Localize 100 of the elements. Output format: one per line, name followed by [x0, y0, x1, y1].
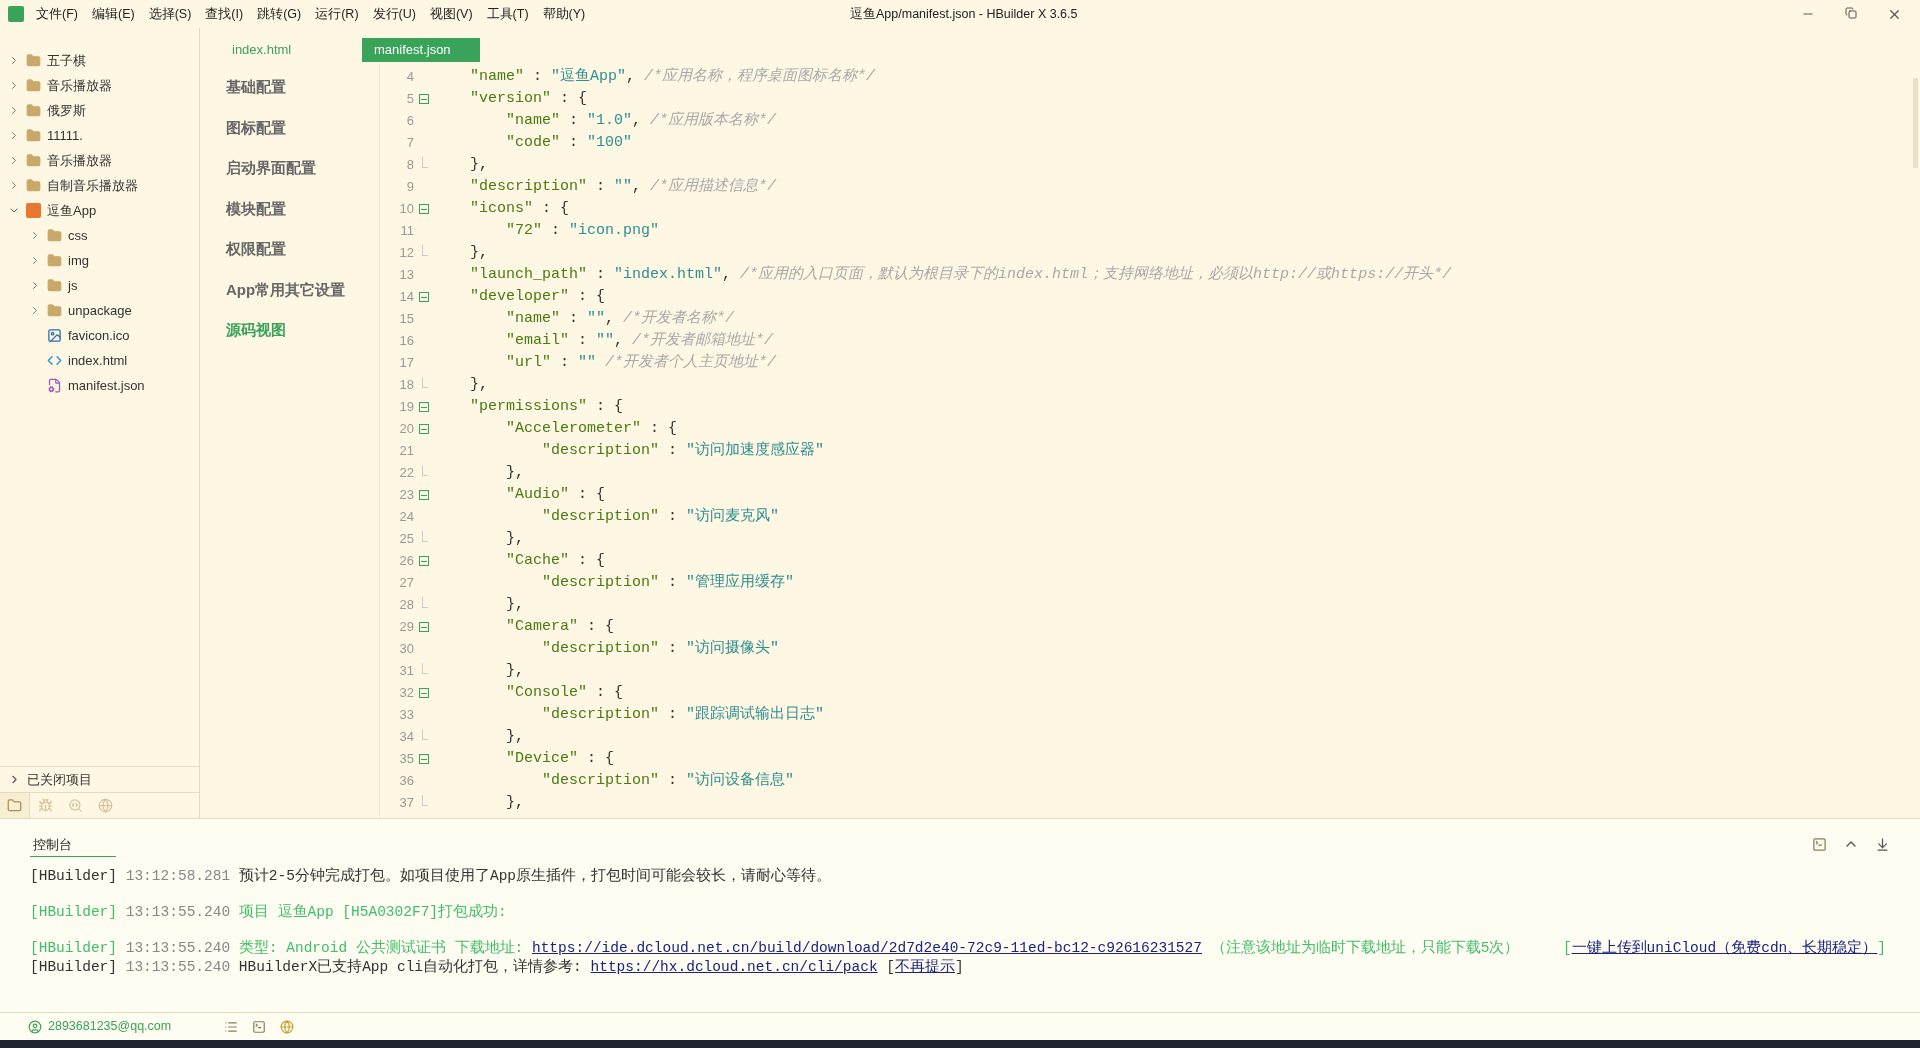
fold-icon[interactable] — [419, 622, 429, 632]
menu-item[interactable]: 帮助(Y) — [542, 4, 586, 24]
fold-icon[interactable] — [419, 754, 429, 764]
fold-icon[interactable] — [419, 94, 429, 104]
tree-item[interactable]: favicon.ico — [68, 325, 130, 346]
tree-item[interactable]: manifest.json — [68, 375, 145, 396]
fold-end-mark — [422, 156, 428, 168]
folder-icon — [47, 253, 62, 268]
line-number: 35 — [398, 750, 414, 769]
console-link[interactable]: 一键上传到uniCloud（免费cdn、长期稳定） — [1571, 940, 1878, 956]
config-nav-item[interactable]: 启动界面配置 — [226, 157, 379, 180]
fold-icon[interactable] — [419, 424, 429, 434]
folder-icon — [26, 53, 41, 68]
line-number: 27 — [398, 574, 414, 593]
tree-item[interactable]: 俄罗斯 — [47, 100, 86, 121]
window-title: 逗鱼App/manifest.json - HBuilder X 3.6.5 — [850, 5, 1078, 23]
files-tab-icon — [7, 798, 22, 813]
tree-item[interactable]: unpackage — [68, 300, 132, 321]
menu-item[interactable]: 查找(I) — [205, 4, 244, 24]
code-line: }, — [506, 660, 524, 681]
tree-item[interactable]: 音乐播放器 — [47, 150, 112, 171]
tree-item[interactable]: index.html — [68, 350, 128, 371]
tree-item[interactable]: 五子棋 — [47, 50, 86, 71]
tree-item[interactable]: 11111. — [47, 125, 83, 146]
menu-item[interactable]: 跳转(G) — [257, 4, 302, 24]
line-number: 7 — [405, 134, 414, 153]
line-number: 26 — [398, 552, 414, 571]
tree-item[interactable]: js — [68, 275, 78, 296]
config-nav-item[interactable]: App常用其它设置 — [226, 278, 379, 301]
config-nav-item[interactable]: 模块配置 — [226, 197, 379, 220]
folder-icon — [47, 278, 62, 293]
tree-item[interactable]: css — [68, 225, 88, 246]
restore-icon[interactable] — [1845, 6, 1857, 19]
code-line: }, — [470, 154, 488, 175]
code-line: }, — [506, 528, 524, 549]
menu-item[interactable]: 工具(T) — [486, 4, 529, 24]
console-link[interactable]: https://hx.dcloud.net.cn/cli/pack — [590, 959, 878, 975]
line-number: 13 — [398, 266, 414, 285]
menu-item[interactable]: 运行(R) — [315, 4, 359, 24]
fold-icon[interactable] — [419, 402, 429, 412]
config-nav-item[interactable]: 权限配置 — [226, 238, 379, 261]
line-number: 6 — [405, 112, 414, 131]
folder-icon — [26, 78, 41, 93]
terminal-icon[interactable] — [1812, 836, 1827, 852]
fold-end-mark — [422, 662, 428, 674]
fold-end-mark — [422, 376, 428, 388]
menu-item[interactable]: 发行(U) — [372, 4, 416, 24]
code-line: }, — [506, 462, 524, 483]
globe-icon[interactable] — [280, 1019, 294, 1034]
fold-icon[interactable] — [419, 556, 429, 566]
app-logo-icon — [8, 6, 24, 22]
console-tab[interactable]: 控制台 — [30, 834, 116, 858]
line-number: 4 — [405, 68, 414, 87]
code-line: "name" : "逗鱼App", /*应用名称，程序桌面图标名称*/ — [470, 66, 876, 87]
code-line: "icons" : { — [470, 198, 570, 219]
terminal-icon[interactable] — [252, 1019, 266, 1034]
code-file-icon — [47, 353, 62, 368]
menu-item[interactable]: 视图(V) — [429, 4, 473, 24]
fold-end-mark — [422, 728, 428, 740]
globe-icon — [97, 798, 113, 813]
code-line: }, — [506, 792, 524, 813]
list-icon[interactable] — [224, 1019, 238, 1034]
folder-icon — [47, 303, 62, 318]
bug-icon — [37, 798, 53, 813]
fold-icon[interactable] — [419, 490, 429, 500]
config-nav-item[interactable]: 基础配置 — [226, 76, 379, 99]
menu-item[interactable]: 编辑(E) — [91, 4, 135, 24]
tree-item[interactable]: 自制音乐播放器 — [47, 175, 138, 196]
fold-end-mark — [422, 530, 428, 542]
line-number: 23 — [398, 486, 414, 505]
console-message: [HBuilder] 13:13:55.240 类型: Android 公共测试证书 下载地址: https://ide.dcloud.net.cn/build/download/2d7d2e40-72c9-11ed-bc12-c92616231527 （注意该地址为临时下载地址，只能下载5次） [一键上传到uniCloud（免费cdn、长期稳定）] — [30, 939, 1888, 958]
console-message: [HBuilder] 13:13:55.240 HBuilderX已支持App cli自动化打包，详情参考: https://hx.dcloud.net.cn/cli/pack [不再提示] — [30, 958, 965, 977]
sidebar-tab[interactable] — [0, 792, 30, 819]
line-number: 25 — [398, 530, 414, 549]
scrollbar-thumb[interactable] — [1913, 78, 1918, 168]
tree-item[interactable]: img — [68, 250, 89, 271]
console-link[interactable]: 不再提示 — [895, 959, 956, 975]
line-number: 8 — [405, 156, 414, 175]
code-line: "72" : "icon.png" — [506, 220, 660, 241]
code-line: "developer" : { — [470, 286, 606, 307]
code-line: "description" : "访问麦克风" — [542, 506, 780, 527]
fold-icon[interactable] — [419, 204, 429, 214]
code-line: }, — [506, 726, 524, 747]
code-line: "Console" : { — [506, 682, 624, 703]
tree-item[interactable]: 音乐播放器 — [47, 75, 112, 96]
code-line: "description" : "访问加速度感应器" — [542, 440, 825, 461]
menu-item[interactable]: 文件(F) — [36, 4, 78, 24]
menu-item[interactable]: 选择(S) — [148, 4, 192, 24]
line-number: 28 — [398, 596, 414, 615]
code-line: "description" : "管理应用缓存" — [542, 572, 795, 593]
fold-icon[interactable] — [419, 688, 429, 698]
folder-icon — [26, 128, 41, 143]
settings-file-icon — [47, 378, 62, 393]
tree-item[interactable]: 逗鱼App — [47, 200, 97, 221]
console-link[interactable]: https://ide.dcloud.net.cn/build/download/2d7d2e40-72c9-11ed-bc12-c92616231527 — [531, 940, 1202, 956]
image-file-icon — [47, 328, 62, 343]
folder-icon — [26, 103, 41, 118]
config-nav-item[interactable]: 图标配置 — [226, 116, 379, 139]
closed-projects-label[interactable]: 已关闭项目 — [27, 769, 92, 790]
fold-icon[interactable] — [419, 292, 429, 302]
